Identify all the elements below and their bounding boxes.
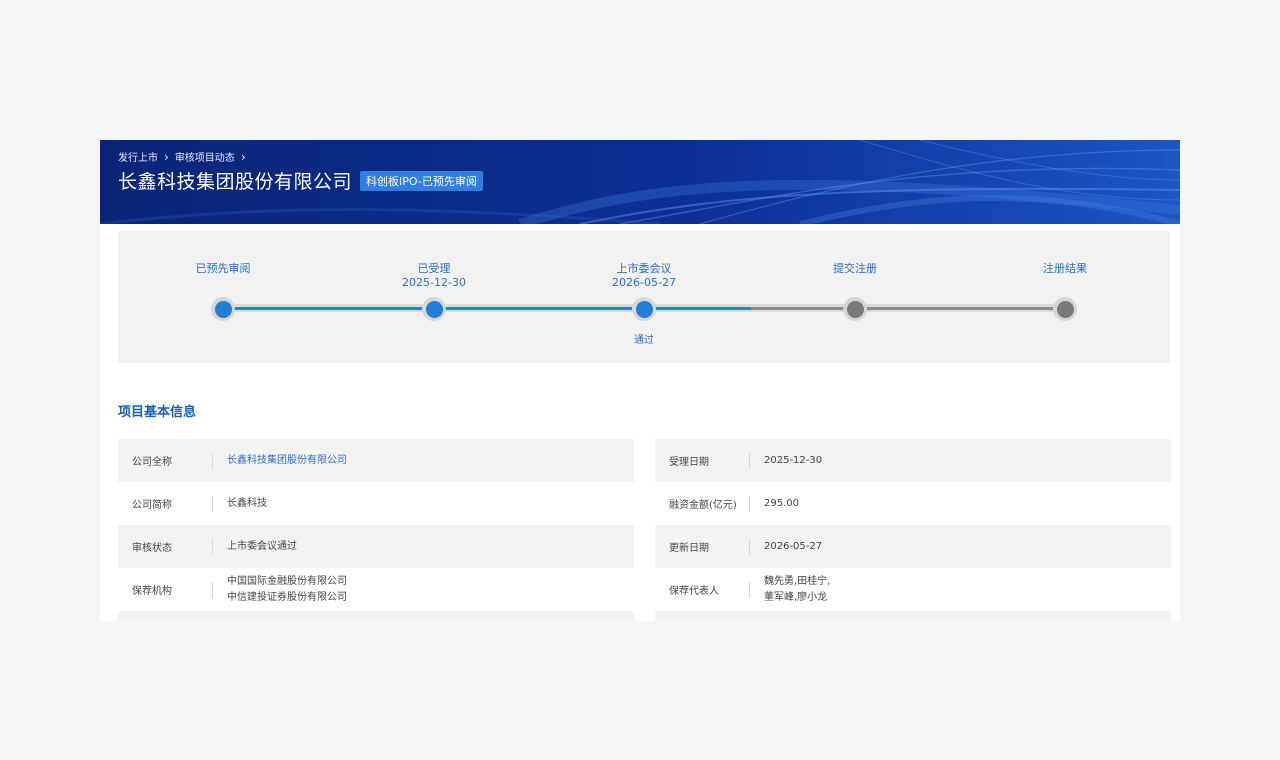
- divider: [749, 581, 750, 598]
- rep-line: 董军峰,廖小龙: [764, 591, 828, 603]
- info-value: 2025-12-30: [764, 454, 823, 466]
- divider: [212, 495, 213, 512]
- info-row: 公司简称 长鑫科技: [118, 482, 634, 525]
- divider: [212, 538, 213, 555]
- sponsor-line: 中国国际金融股份有限公司: [227, 575, 347, 587]
- page-title: 长鑫科技集团股份有限公司: [118, 171, 353, 193]
- info-row: 审核状态 上市委会议通过: [118, 525, 634, 568]
- step-label: 上市委会议: [616, 262, 672, 275]
- info-row: 公司全称 长鑫科技集团股份有限公司: [118, 439, 634, 482]
- section-title: 项目基本信息: [118, 405, 197, 420]
- breadcrumb: 发行上市 › 审核项目动态 ›: [118, 149, 246, 165]
- rep-line: 魏先勇,田桂宁,: [764, 575, 831, 587]
- info-key: 保荐代表人: [669, 586, 719, 597]
- title-row: 长鑫科技集团股份有限公司 科创板IPO-已预先审阅: [118, 167, 483, 194]
- info-key: 更新日期: [669, 543, 709, 554]
- info-row-empty: [655, 611, 1171, 621]
- step-accepted: 已受理 2025-12-30: [374, 262, 494, 290]
- project-card: 发行上市 › 审核项目动态 › 长鑫科技集团股份有限公司 科创板IPO-已预先审…: [100, 140, 1180, 621]
- step-label: 注册结果: [1043, 262, 1087, 275]
- status-badge: 科创板IPO-已预先审阅: [360, 170, 483, 191]
- step-label: 已预先审阅: [195, 262, 251, 275]
- step-listing-committee: 上市委会议 2026-05-27: [584, 262, 704, 290]
- info-row-empty: [118, 611, 634, 621]
- header-banner: 发行上市 › 审核项目动态 › 长鑫科技集团股份有限公司 科创板IPO-已预先审…: [100, 140, 1180, 224]
- step-label: 已受理: [417, 262, 451, 275]
- info-key: 融资金额(亿元): [669, 500, 737, 511]
- company-full-name-link[interactable]: 长鑫科技集团股份有限公司: [227, 453, 347, 469]
- divider: [749, 452, 750, 469]
- step-note-passed: 通过: [634, 335, 654, 346]
- progress-line-pending: [751, 307, 1066, 310]
- step-node-pre-review: [211, 297, 235, 321]
- info-value: 2026-05-27: [764, 540, 823, 552]
- info-value: 295.00: [764, 497, 799, 509]
- progress-line-done: [223, 307, 751, 310]
- info-key: 公司简称: [132, 500, 172, 511]
- divider: [212, 581, 213, 598]
- info-value: 魏先勇,田桂宁, 董军峰,廖小龙: [764, 574, 830, 606]
- info-value: 中国国际金融股份有限公司 中信建投证券股份有限公司: [227, 574, 347, 606]
- info-table-left: 公司全称 长鑫科技集团股份有限公司 公司简称 长鑫科技 审核状态 上市委会议通过…: [118, 439, 634, 621]
- info-value: 长鑫科技: [227, 497, 267, 509]
- info-row: 更新日期 2026-05-27: [655, 525, 1171, 568]
- step-node-registration-result: [1053, 297, 1077, 321]
- divider: [749, 495, 750, 512]
- breadcrumb-review-dynamics[interactable]: 审核项目动态: [175, 149, 235, 164]
- info-key: 公司全称: [132, 457, 172, 468]
- info-row: 融资金额(亿元) 295.00: [655, 482, 1171, 525]
- step-submit-registration: 提交注册: [795, 262, 915, 276]
- step-pre-review: 已预先审阅: [163, 262, 283, 276]
- chevron-right-icon: ›: [164, 149, 169, 164]
- info-table-right: 受理日期 2025-12-30 融资金额(亿元) 295.00 更新日期 202…: [655, 439, 1171, 621]
- info-row: 受理日期 2025-12-30: [655, 439, 1171, 482]
- chevron-right-icon: ›: [240, 149, 246, 164]
- step-node-listing-committee: [632, 297, 656, 321]
- info-row: 保荐代表人 魏先勇,田桂宁, 董军峰,廖小龙: [655, 568, 1171, 611]
- step-node-submit-registration: [843, 297, 867, 321]
- info-key: 审核状态: [132, 543, 172, 554]
- sponsor-line: 中信建投证券股份有限公司: [227, 591, 347, 603]
- info-value: 上市委会议通过: [227, 540, 297, 552]
- info-key: 保荐机构: [132, 586, 172, 597]
- breadcrumb-issue-listing[interactable]: 发行上市: [118, 149, 158, 164]
- step-node-accepted: [422, 297, 446, 321]
- step-label: 提交注册: [833, 262, 877, 275]
- info-row: 保荐机构 中国国际金融股份有限公司 中信建投证券股份有限公司: [118, 568, 634, 611]
- divider: [212, 452, 213, 469]
- step-registration-result: 注册结果: [1005, 262, 1125, 276]
- step-date: 2025-12-30: [402, 276, 466, 289]
- info-key: 受理日期: [669, 457, 709, 468]
- review-progress: 已预先审阅 已受理 2025-12-30 上市委会议 2026-05-27 通过…: [118, 231, 1170, 363]
- divider: [749, 538, 750, 555]
- step-date: 2026-05-27: [612, 276, 676, 289]
